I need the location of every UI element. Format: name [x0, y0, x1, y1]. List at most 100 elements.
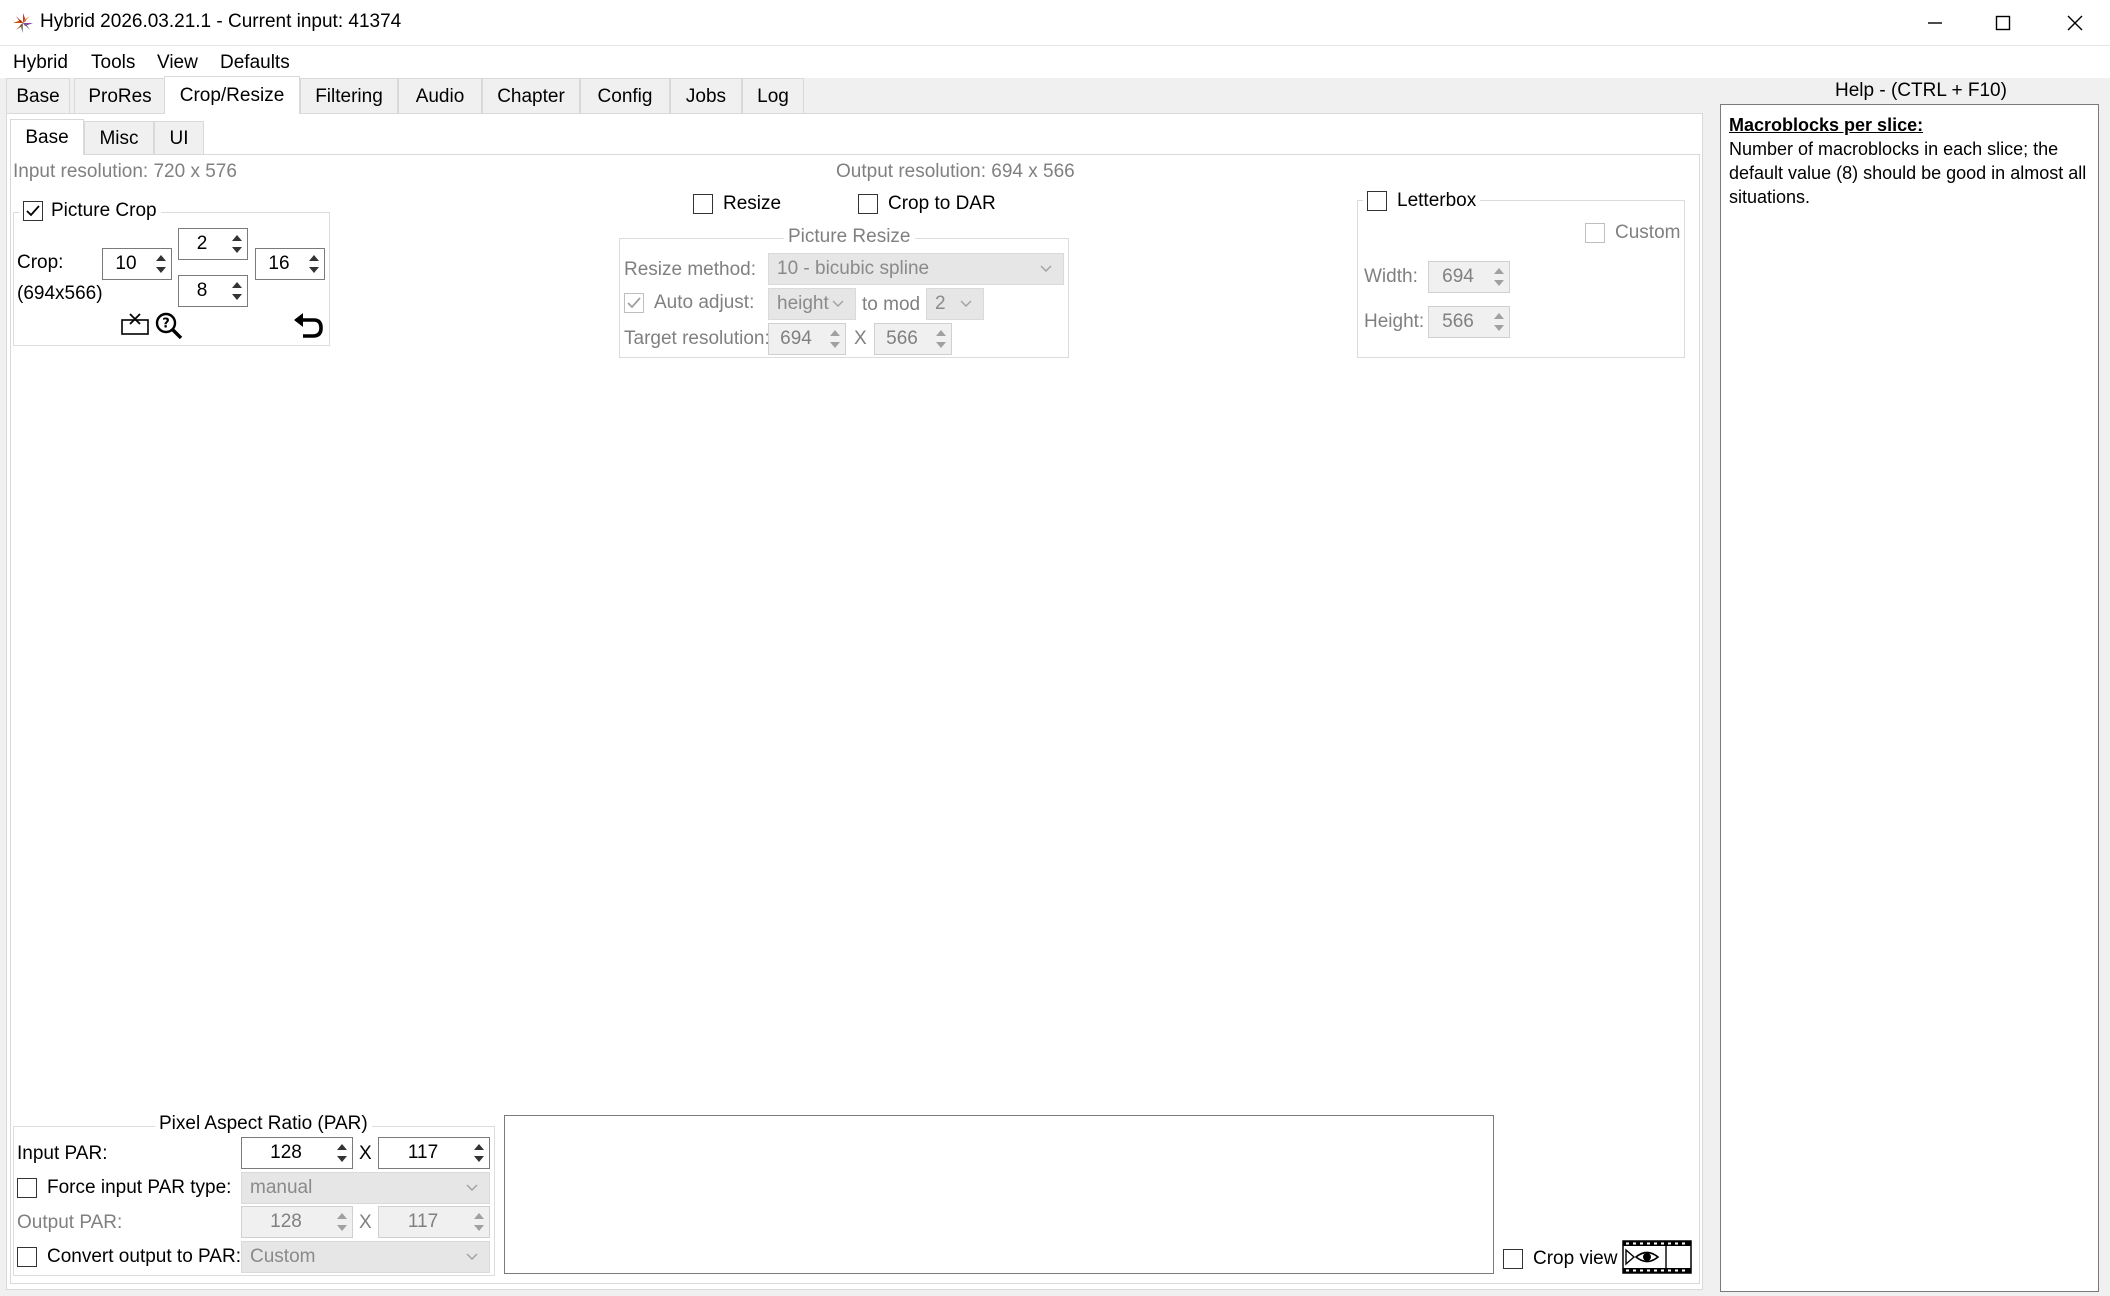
- menu-bar: Hybrid Tools View Defaults: [0, 46, 2110, 78]
- convert-par-checkbox[interactable]: [17, 1247, 37, 1267]
- crop-to-dar-label: Crop to DAR: [888, 193, 996, 214]
- crop-top-spinbox[interactable]: 2: [178, 228, 248, 260]
- output-par-width-spinbox[interactable]: 128: [241, 1206, 353, 1238]
- crop-view-toggle[interactable]: Crop view: [1503, 1248, 1617, 1270]
- zoom-preview-icon[interactable]: ?: [154, 311, 184, 339]
- crop-bottom-spinbox[interactable]: 8: [178, 275, 248, 307]
- subtab-base[interactable]: Base: [10, 119, 84, 155]
- letterbox-label: Letterbox: [1397, 190, 1477, 211]
- tab-log[interactable]: Log: [742, 78, 804, 114]
- spin-arrows[interactable]: [1489, 262, 1509, 292]
- spin-up-icon: [309, 255, 319, 261]
- input-par-width-spinbox[interactable]: 128: [241, 1137, 353, 1169]
- letterbox-custom-toggle[interactable]: Custom: [1585, 222, 1680, 244]
- minimize-icon: [1928, 22, 1942, 24]
- target-width-spinbox[interactable]: 694: [768, 323, 846, 355]
- tab-jobs[interactable]: Jobs: [670, 78, 742, 114]
- tab-config[interactable]: Config: [580, 78, 670, 114]
- spin-up-icon: [1494, 313, 1504, 319]
- spin-arrows[interactable]: [1489, 307, 1509, 337]
- tab-chapter[interactable]: Chapter: [482, 78, 580, 114]
- spin-arrows[interactable]: [332, 1138, 352, 1168]
- spin-arrows[interactable]: [227, 229, 247, 259]
- resize-method-value: 10 - bicubic spline: [777, 258, 930, 279]
- target-height-value: 566: [886, 328, 918, 349]
- spin-arrows[interactable]: [825, 324, 845, 354]
- spin-arrows[interactable]: [469, 1207, 489, 1237]
- force-par-checkbox[interactable]: [17, 1178, 37, 1198]
- menu-view[interactable]: View: [157, 52, 198, 74]
- auto-crop-icon[interactable]: [120, 312, 152, 336]
- spin-arrows[interactable]: [931, 324, 951, 354]
- close-button[interactable]: [2040, 0, 2110, 46]
- letterbox-width-spinbox[interactable]: 694: [1428, 261, 1510, 293]
- spin-arrows[interactable]: [227, 276, 247, 306]
- convert-par-toggle[interactable]: Convert output to PAR:: [17, 1246, 241, 1268]
- menu-defaults[interactable]: Defaults: [220, 52, 290, 74]
- menu-hybrid[interactable]: Hybrid: [13, 52, 68, 74]
- spin-down-icon: [1494, 280, 1504, 286]
- spin-down-icon: [156, 267, 166, 273]
- subtab-misc[interactable]: Misc: [84, 121, 154, 155]
- svg-text:?: ?: [162, 317, 170, 332]
- minimize-button[interactable]: [1900, 0, 1970, 46]
- target-height-spinbox[interactable]: 566: [874, 323, 952, 355]
- maximize-button[interactable]: [1968, 0, 2038, 46]
- input-par-width-value: 128: [270, 1142, 302, 1163]
- output-par-height-spinbox[interactable]: 117: [378, 1206, 490, 1238]
- spin-up-icon: [1494, 268, 1504, 274]
- resize-method-label: Resize method:: [624, 259, 757, 280]
- crop-view-checkbox[interactable]: [1503, 1249, 1523, 1269]
- tab-base[interactable]: Base: [6, 78, 70, 114]
- letterbox-checkbox[interactable]: [1367, 191, 1387, 211]
- auto-adjust-toggle[interactable]: Auto adjust:: [624, 292, 754, 314]
- help-heading: Macroblocks per slice:: [1729, 115, 1924, 135]
- crop-right-spinbox[interactable]: 16: [255, 248, 325, 280]
- spin-up-icon: [830, 330, 840, 336]
- tab-crop-resize[interactable]: Crop/Resize: [164, 76, 300, 114]
- tab-prores[interactable]: ProRes: [74, 78, 166, 114]
- spin-arrows[interactable]: [469, 1138, 489, 1168]
- resize-method-select[interactable]: 10 - bicubic spline: [768, 253, 1064, 285]
- spin-arrows[interactable]: [332, 1207, 352, 1237]
- crop-left-spinbox[interactable]: 10: [102, 248, 172, 280]
- crop-right-value: 16: [268, 253, 290, 274]
- to-mod-select[interactable]: 2: [926, 288, 984, 320]
- resize-toggle[interactable]: Resize: [693, 193, 781, 215]
- auto-adjust-label: Auto adjust:: [654, 292, 755, 313]
- tab-filtering[interactable]: Filtering: [300, 78, 398, 114]
- auto-adjust-checkbox[interactable]: [624, 293, 644, 313]
- chevron-down-icon: [466, 1184, 478, 1191]
- crop-to-dar-toggle[interactable]: Crop to DAR: [858, 193, 996, 215]
- auto-adjust-value: height: [777, 293, 829, 314]
- preview-film-icon[interactable]: [1622, 1240, 1692, 1274]
- convert-par-select[interactable]: Custom: [241, 1241, 490, 1273]
- convert-par-value: Custom: [250, 1246, 316, 1267]
- spin-down-icon: [474, 1225, 484, 1231]
- spin-up-icon: [232, 235, 242, 241]
- auto-adjust-select[interactable]: height: [768, 288, 856, 320]
- menu-tools[interactable]: Tools: [91, 52, 135, 74]
- input-par-height-value: 117: [407, 1142, 439, 1163]
- par-group-title: Pixel Aspect Ratio (PAR): [155, 1113, 372, 1135]
- spin-up-icon: [474, 1213, 484, 1219]
- letterbox-width-label: Width:: [1364, 266, 1418, 287]
- input-par-x-separator: X: [359, 1143, 372, 1164]
- picture-crop-checkbox[interactable]: [23, 201, 43, 221]
- spin-arrows[interactable]: [304, 249, 324, 279]
- force-par-select[interactable]: manual: [241, 1172, 490, 1204]
- subtab-ui[interactable]: UI: [154, 121, 204, 155]
- input-par-height-spinbox[interactable]: 117: [378, 1137, 490, 1169]
- resize-checkbox[interactable]: [693, 194, 713, 214]
- chevron-down-icon: [1040, 265, 1052, 272]
- letterbox-custom-checkbox[interactable]: [1585, 223, 1605, 243]
- spin-down-icon: [474, 1156, 484, 1162]
- crop-preview-area[interactable]: [504, 1115, 1494, 1274]
- checkmark-icon: [26, 205, 40, 217]
- spin-arrows[interactable]: [151, 249, 171, 279]
- crop-to-dar-checkbox[interactable]: [858, 194, 878, 214]
- reset-crop-icon[interactable]: [292, 312, 324, 340]
- tab-audio[interactable]: Audio: [398, 78, 482, 114]
- letterbox-height-spinbox[interactable]: 566: [1428, 306, 1510, 338]
- force-par-toggle[interactable]: Force input PAR type:: [17, 1177, 231, 1199]
